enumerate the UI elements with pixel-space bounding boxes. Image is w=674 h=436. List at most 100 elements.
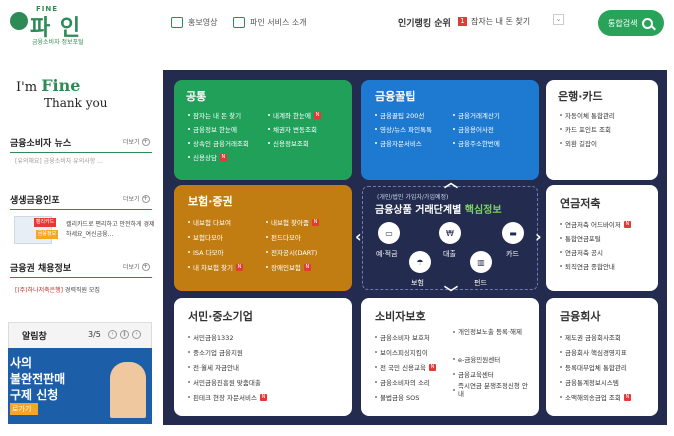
tips-item[interactable]: 금융꿀팁 200선	[375, 110, 424, 120]
chevron-up-icon[interactable]: ︿	[444, 172, 458, 192]
logo-icon[interactable]	[10, 12, 28, 30]
protect-item[interactable]: e-금융민원센터	[453, 354, 500, 364]
fund-icon[interactable]: ▥	[470, 251, 492, 273]
rank-item-link[interactable]: 잠자는 내 돈 찾기	[471, 16, 530, 27]
prev-icon[interactable]: ‹	[108, 330, 117, 339]
job-item[interactable]: [(주)하나저축은행] 경력직원 모집	[15, 285, 100, 294]
search-icon	[642, 17, 654, 29]
tile-pension-title: 연금저축	[560, 197, 601, 210]
company-item[interactable]: 금융회사 핵심경영지표	[560, 347, 627, 357]
company-item[interactable]: 소액해외송금업 조회 N	[560, 392, 631, 402]
sme-item[interactable]: 중소기업 금융지원	[188, 347, 243, 357]
common-item[interactable]: 금융정보 한눈에	[188, 124, 237, 134]
tips-item[interactable]: 금융거래계산기	[453, 110, 500, 120]
banner-line1: 사의	[10, 356, 33, 370]
common-item[interactable]: 상속인 금융거래조회	[188, 138, 249, 148]
loan-icon[interactable]: ₩	[439, 222, 461, 244]
insurance-item[interactable]: 전자공시(DART)	[266, 247, 317, 257]
promo-video-label: 홍보영상	[188, 18, 218, 27]
banner-line3: 구제 신청	[10, 388, 59, 402]
service-intro-link[interactable]: 파인 서비스 소개	[233, 17, 307, 28]
company-item[interactable]: 제도권 금융회사조회	[560, 332, 621, 342]
tile-pension: 연금저축 연금저축 어드바이저 N 통합연금포털 연금저축 공시 퇴직연금 종합안…	[546, 185, 658, 291]
tile-company: 금융회사 제도권 금융회사조회 금융회사 핵심경영지표 등록대부업체 통합관리 …	[546, 298, 658, 416]
company-item[interactable]: 등록대부업체 통합관리	[560, 362, 627, 372]
sme-item[interactable]: 서민금융진흥원 맞춤대출	[188, 377, 261, 387]
tile-protect: 소비자보호 금융소비자 보호처 보이스피싱지킴이 전 국민 신용교육 N 금융소비…	[361, 298, 539, 416]
card-label[interactable]: 카드	[506, 249, 519, 259]
insurance-item[interactable]: 내보험 다보여	[188, 217, 231, 227]
promo-description[interactable]: 캘리카드로 편리하고 안전하게 경제하세요_여신금융...	[66, 220, 156, 240]
search-button[interactable]: 통합검색	[598, 10, 664, 36]
company-item[interactable]: 금융통계정보시스템	[560, 377, 619, 387]
person-illustration	[110, 362, 146, 418]
jobs-more-link[interactable]: 더보기 +	[123, 262, 150, 271]
common-item[interactable]: 신용상담 N	[188, 152, 227, 162]
news-item[interactable]: [유의해요] 금융소비자 유의사항 ...	[15, 156, 103, 165]
chevron-right-icon[interactable]: ›	[535, 227, 542, 246]
sme-item[interactable]: 핀테크 현장 자문서비스 N	[188, 392, 267, 402]
common-item[interactable]: 잠자는 내 돈 찾기	[188, 110, 241, 120]
sme-item[interactable]: 서민금융1332	[188, 332, 233, 342]
protect-item[interactable]: 전 국민 신용교육 N	[375, 362, 436, 372]
savings-icon[interactable]: ▭	[378, 222, 400, 244]
new-badge: N	[429, 363, 436, 371]
tips-item[interactable]: 금융자문서비스	[375, 138, 422, 148]
tile-common-title: 공통	[186, 90, 207, 103]
protect-item[interactable]: 금융소비자 보호처	[375, 332, 430, 342]
more-label: 더보기	[123, 139, 140, 146]
insurance-item[interactable]: 장애인보험 N	[266, 262, 311, 272]
pension-item[interactable]: 통합연금포털	[560, 233, 601, 243]
logo-subtitle: 금융소비자 정보포털	[32, 39, 84, 46]
pension-item[interactable]: 퇴직연금 종합안내	[560, 261, 615, 271]
tips-item[interactable]: 영상/뉴스 파인톡톡	[375, 124, 432, 134]
savings-label[interactable]: 예·적금	[376, 249, 398, 259]
tips-item[interactable]: 금융용어사전	[453, 124, 494, 134]
new-badge: N	[623, 220, 631, 228]
fund-label[interactable]: 펀드	[474, 278, 487, 288]
insurance-item[interactable]: 내 차보험 찾기 N	[188, 262, 244, 272]
protect-item[interactable]: 즉시연금 분쟁조정신청 안내	[453, 382, 533, 398]
insurance-icon[interactable]: ☂	[409, 251, 431, 273]
new-badge: N	[219, 153, 227, 161]
banner-go-button[interactable]: 로가기	[10, 403, 38, 415]
chevron-down-icon[interactable]: ⌄	[553, 14, 564, 25]
new-badge: N	[236, 263, 244, 271]
protect-item[interactable]: 금융교육센터	[453, 369, 494, 379]
protect-item[interactable]: 개인정보노출 등록·해제	[453, 328, 533, 336]
chevron-left-icon[interactable]: ‹	[355, 227, 362, 246]
protect-item[interactable]: 보이스피싱지킴이	[375, 347, 428, 357]
tips-item[interactable]: 금융주소한번에	[453, 138, 500, 148]
tile-bank-title: 은행·카드	[558, 90, 603, 103]
protect-item[interactable]: 금융소비자의 소리	[375, 377, 430, 387]
pension-item[interactable]: 연금저축 어드바이저 N	[560, 219, 631, 229]
bank-item[interactable]: 외환 길잡이	[560, 138, 597, 148]
pension-item[interactable]: 연금저축 공시	[560, 247, 603, 257]
tile-sme-title: 서민·중소기업	[188, 310, 253, 323]
common-item[interactable]: 내계좌 한눈에 N	[268, 110, 321, 120]
common-item[interactable]: 채권자 변동조회	[268, 124, 317, 134]
insurance-item[interactable]: ISA 다모아	[188, 247, 224, 257]
news-more-link[interactable]: 더보기 +	[123, 137, 150, 146]
loan-label[interactable]: 대출	[443, 249, 456, 259]
insurance-item[interactable]: 펀드다모아	[266, 232, 301, 242]
tile-common: 공통 잠자는 내 돈 찾기 금융정보 한눈에 상속인 금융거래조회 신용상담 N …	[174, 80, 352, 180]
pause-icon[interactable]: ‖	[120, 330, 129, 339]
card-icon[interactable]: ▬	[502, 222, 524, 244]
greeting-line1: I'm Fine	[16, 76, 80, 95]
next-icon[interactable]: ›	[132, 330, 141, 339]
insurance-label[interactable]: 보험	[411, 278, 424, 288]
product-guide-subtitle: (개인/법인 가입자/가입예정)	[377, 194, 449, 201]
insurance-item[interactable]: 보험다모아	[188, 232, 223, 242]
promo-more-link[interactable]: 더보기 +	[123, 194, 150, 203]
protect-item[interactable]: 불법금융 SOS	[375, 392, 419, 402]
promo-video-link[interactable]: 홍보영상	[171, 17, 217, 28]
bank-item[interactable]: 카드 포인트 조회	[560, 124, 611, 134]
new-badge: N	[311, 218, 319, 226]
screen-icon	[233, 17, 245, 28]
common-item[interactable]: 신용정보조회	[268, 138, 309, 148]
rank-number-badge: 1	[458, 17, 467, 26]
sme-item[interactable]: 전·월세 자금안내	[188, 362, 239, 372]
bank-item[interactable]: 자동이체 통합관리	[560, 110, 615, 120]
insurance-item[interactable]: 내보험 찾아줌 N	[266, 217, 319, 227]
